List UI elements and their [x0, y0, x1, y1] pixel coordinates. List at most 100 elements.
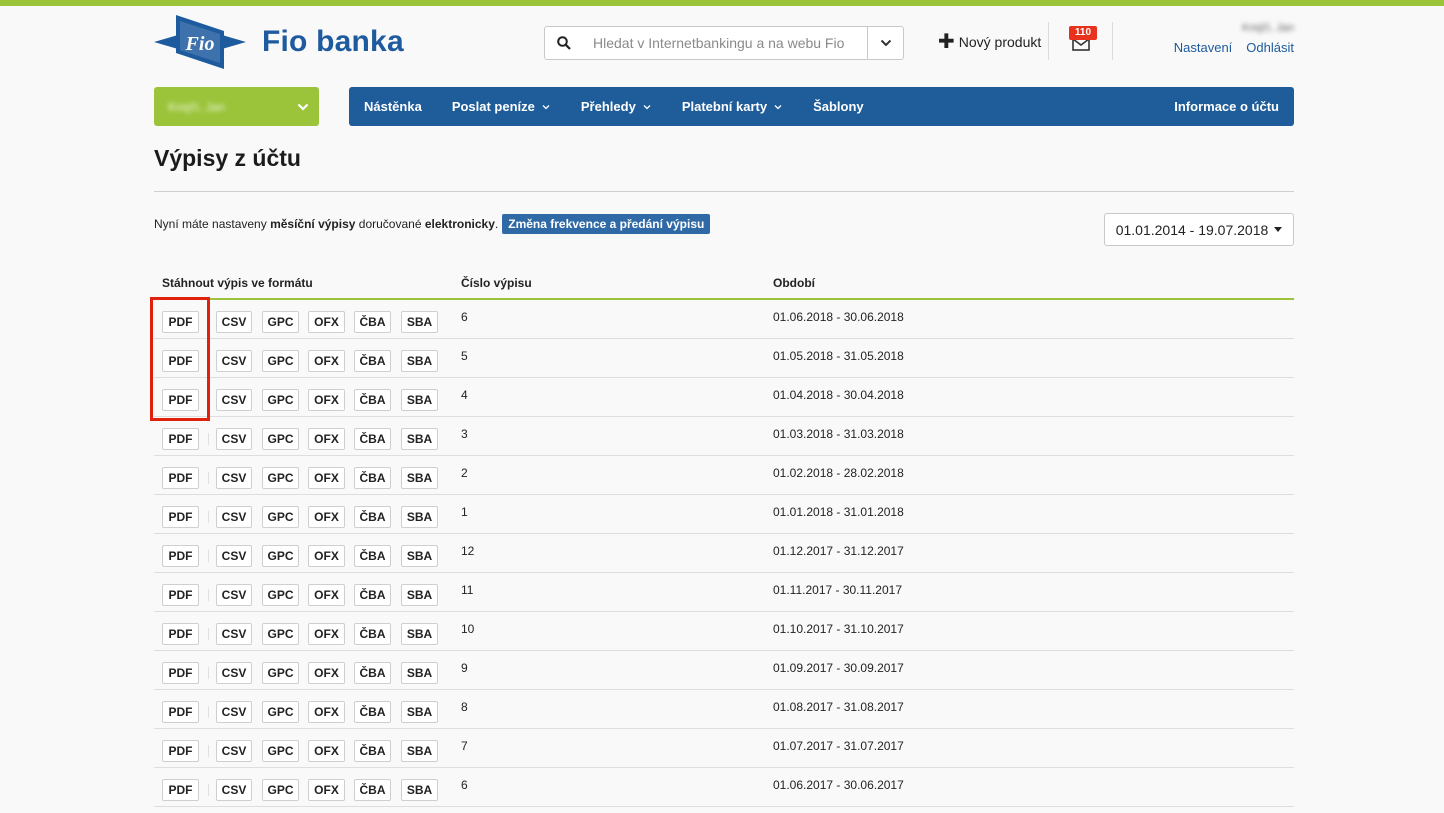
search-input[interactable] — [583, 27, 867, 59]
download-gpc-button[interactable]: GPC — [262, 389, 299, 411]
download-ofx-button[interactable]: OFX — [308, 779, 345, 801]
download-ofx-button[interactable]: OFX — [308, 389, 345, 411]
nav-account-info[interactable]: Informace o účtu — [1159, 87, 1294, 126]
download-sba-button[interactable]: SBA — [401, 350, 438, 372]
download-cba-button[interactable]: ČBA — [354, 467, 391, 489]
download-gpc-button[interactable]: GPC — [262, 662, 299, 684]
logo-text: Fio banka — [262, 25, 404, 58]
change-frequency-button[interactable]: Změna frekvence a předání výpisu — [502, 214, 711, 234]
download-pdf-button[interactable]: PDF — [162, 584, 199, 606]
download-csv-button[interactable]: CSV — [216, 662, 252, 684]
download-gpc-button[interactable]: GPC — [262, 701, 299, 723]
download-gpc-button[interactable]: GPC — [262, 740, 299, 762]
download-cba-button[interactable]: ČBA — [354, 389, 391, 411]
nav-send-money[interactable]: Poslat peníze — [437, 87, 566, 126]
nav-dashboard[interactable]: Nástěnka — [349, 87, 437, 126]
download-pdf-button[interactable]: PDF — [162, 740, 199, 762]
download-pdf-button[interactable]: PDF — [162, 428, 199, 450]
download-ofx-button[interactable]: OFX — [308, 662, 345, 684]
download-sba-button[interactable]: SBA — [401, 623, 438, 645]
settings-link[interactable]: Nastavení — [1174, 40, 1233, 55]
download-sba-button[interactable]: SBA — [401, 428, 438, 450]
download-gpc-button[interactable]: GPC — [262, 506, 299, 528]
download-gpc-button[interactable]: GPC — [262, 623, 299, 645]
download-pdf-button[interactable]: PDF — [162, 467, 199, 489]
download-sba-button[interactable]: SBA — [401, 389, 438, 411]
download-pdf-button[interactable]: PDF — [162, 311, 199, 333]
download-ofx-button[interactable]: OFX — [308, 623, 345, 645]
download-ofx-button[interactable]: OFX — [308, 311, 345, 333]
download-sba-button[interactable]: SBA — [401, 311, 438, 333]
download-csv-button[interactable]: CSV — [216, 740, 252, 762]
download-csv-button[interactable]: CSV — [216, 428, 252, 450]
download-csv-button[interactable]: CSV — [216, 389, 252, 411]
search-dropdown-button[interactable] — [867, 27, 903, 59]
download-sba-button[interactable]: SBA — [401, 779, 438, 801]
download-pdf-button[interactable]: PDF — [162, 545, 199, 567]
download-ofx-button[interactable]: OFX — [308, 584, 345, 606]
download-cba-button[interactable]: ČBA — [354, 506, 391, 528]
download-sba-button[interactable]: SBA — [401, 701, 438, 723]
download-pdf-button[interactable]: PDF — [162, 506, 199, 528]
download-csv-button[interactable]: CSV — [216, 467, 252, 489]
download-gpc-button[interactable]: GPC — [262, 350, 299, 372]
fio-logo[interactable]: Fio Fio banka — [154, 14, 424, 70]
download-cba-button[interactable]: ČBA — [354, 428, 391, 450]
download-csv-button[interactable]: CSV — [216, 545, 252, 567]
download-sba-button[interactable]: SBA — [401, 740, 438, 762]
download-ofx-button[interactable]: OFX — [308, 428, 345, 450]
download-cba-button[interactable]: ČBA — [354, 701, 391, 723]
download-cba-button[interactable]: ČBA — [354, 350, 391, 372]
download-csv-button[interactable]: CSV — [216, 350, 252, 372]
download-ofx-button[interactable]: OFX — [308, 701, 345, 723]
search-icon[interactable] — [545, 27, 583, 59]
download-csv-button[interactable]: CSV — [216, 311, 252, 333]
download-gpc-button[interactable]: GPC — [262, 467, 299, 489]
new-product-button[interactable]: ✚ Nový produkt — [938, 32, 1041, 52]
download-pdf-button[interactable]: PDF — [162, 350, 199, 372]
download-gpc-button[interactable]: GPC — [262, 584, 299, 606]
download-pdf-button[interactable]: PDF — [162, 662, 199, 684]
download-cba-button[interactable]: ČBA — [354, 545, 391, 567]
download-cba-button[interactable]: ČBA — [354, 779, 391, 801]
download-gpc-button[interactable]: GPC — [262, 311, 299, 333]
download-csv-button[interactable]: CSV — [216, 584, 252, 606]
nav-templates[interactable]: Šablony — [798, 87, 879, 126]
download-sba-button[interactable]: SBA — [401, 545, 438, 567]
download-cba-button[interactable]: ČBA — [354, 662, 391, 684]
statement-number: 6 — [461, 778, 468, 792]
table-row: PDF CSV GPC OFX ČBA SBA 4 01.04.2018 - 30.04.20… — [154, 378, 1294, 417]
download-ofx-button[interactable]: OFX — [308, 350, 345, 372]
download-gpc-button[interactable]: GPC — [262, 779, 299, 801]
download-sba-button[interactable]: SBA — [401, 662, 438, 684]
download-cba-button[interactable]: ČBA — [354, 740, 391, 762]
download-ofx-button[interactable]: OFX — [308, 545, 345, 567]
download-pdf-button[interactable]: PDF — [162, 623, 199, 645]
download-pdf-button[interactable]: PDF — [162, 389, 199, 411]
download-gpc-button[interactable]: GPC — [262, 545, 299, 567]
download-csv-button[interactable]: CSV — [216, 623, 252, 645]
download-csv-button[interactable]: CSV — [216, 506, 252, 528]
nav-overviews[interactable]: Přehledy — [566, 87, 667, 126]
download-sba-button[interactable]: SBA — [401, 506, 438, 528]
nav-payment-cards[interactable]: Platební karty — [667, 87, 798, 126]
account-select[interactable]: Krejčí, Jan — [154, 87, 319, 126]
download-sba-button[interactable]: SBA — [401, 584, 438, 606]
date-range-select[interactable]: 01.01.2014 - 19.07.2018 — [1104, 213, 1294, 246]
download-pdf-button[interactable]: PDF — [162, 701, 199, 723]
download-ofx-button[interactable]: OFX — [308, 506, 345, 528]
logout-link[interactable]: Odhlásit — [1246, 40, 1294, 55]
format-separator — [208, 589, 209, 601]
download-ofx-button[interactable]: OFX — [308, 467, 345, 489]
download-ofx-button[interactable]: OFX — [308, 740, 345, 762]
statement-period: 01.09.2017 - 30.09.2017 — [773, 661, 904, 675]
download-cba-button[interactable]: ČBA — [354, 623, 391, 645]
download-csv-button[interactable]: CSV — [216, 701, 252, 723]
download-cba-button[interactable]: ČBA — [354, 584, 391, 606]
download-cba-button[interactable]: ČBA — [354, 311, 391, 333]
download-csv-button[interactable]: CSV — [216, 779, 252, 801]
download-sba-button[interactable]: SBA — [401, 467, 438, 489]
download-pdf-button[interactable]: PDF — [162, 779, 199, 801]
download-gpc-button[interactable]: GPC — [262, 428, 299, 450]
table-body: PDF CSV GPC OFX ČBA SBA 6 01.06.2018 - 30.06.20… — [154, 300, 1294, 807]
